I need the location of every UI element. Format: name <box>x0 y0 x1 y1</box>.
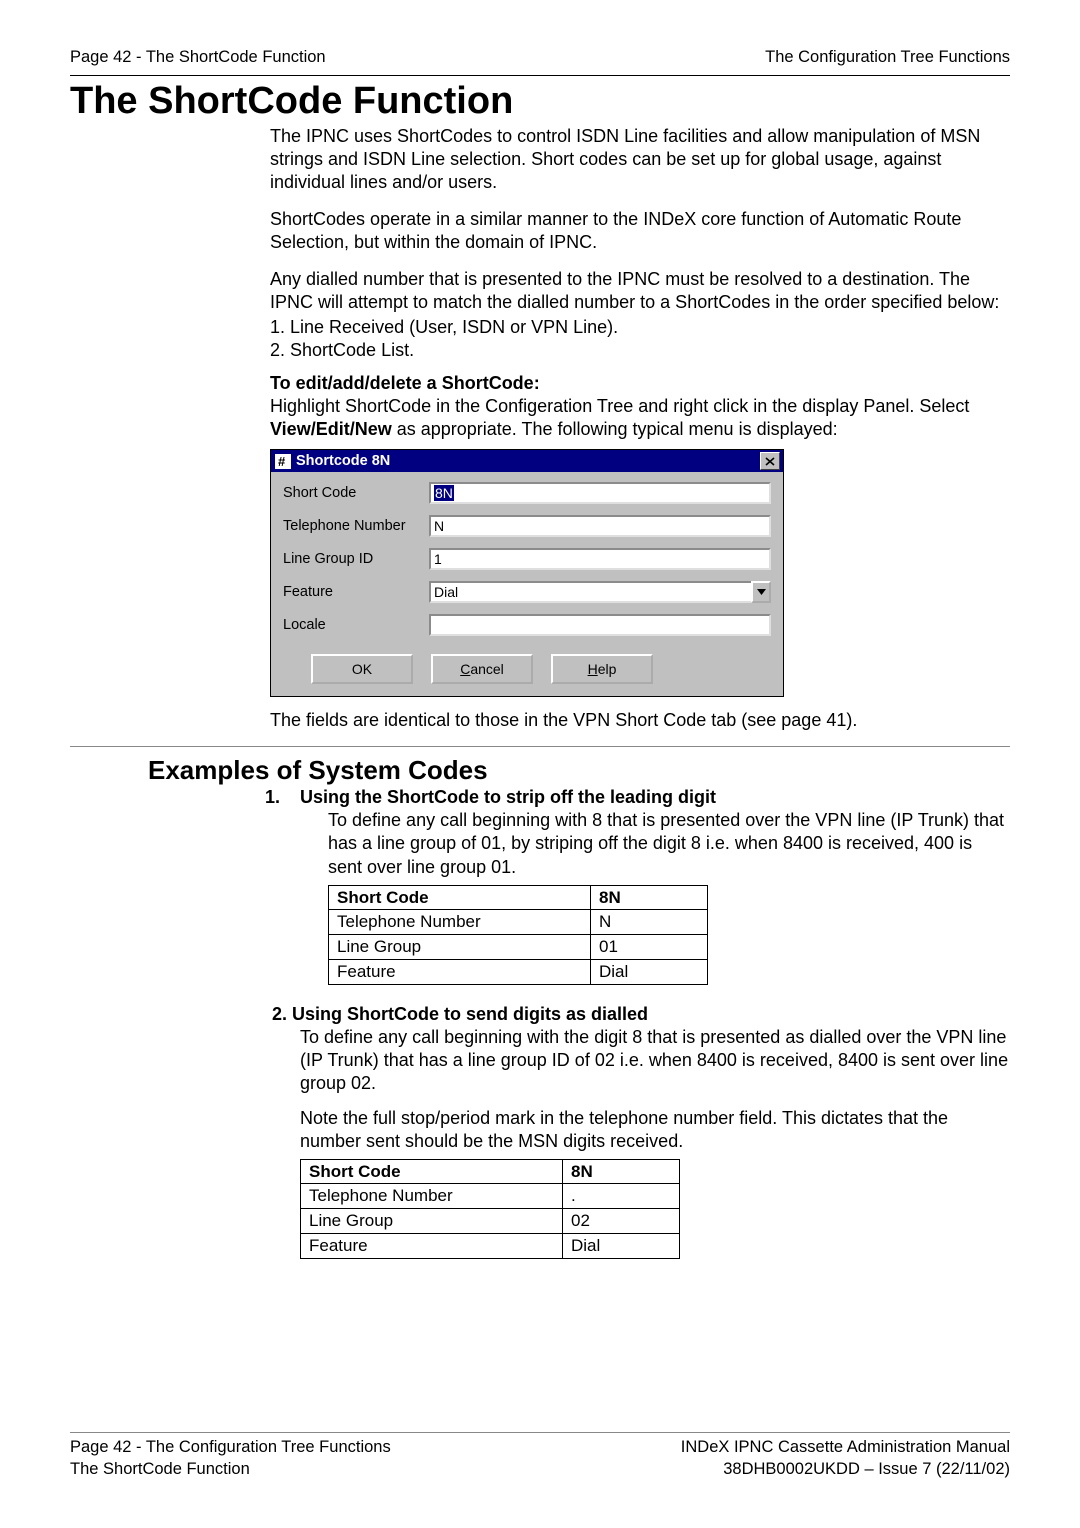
ok-button[interactable]: OK <box>311 654 413 684</box>
examples-heading: Examples of System Codes <box>148 755 1010 786</box>
list-item-1: 1. Line Received (User, ISDN or VPN Line… <box>270 316 1010 339</box>
help-button[interactable]: Help <box>551 654 653 684</box>
ex2-title: 2. Using ShortCode to send digits as dia… <box>272 1003 1010 1026</box>
footer-right-2: 38DHB0002UKDD – Issue 7 (22/11/02) <box>681 1459 1010 1480</box>
intro-para-1: The IPNC uses ShortCodes to control ISDN… <box>270 125 1010 194</box>
svg-text:#: # <box>278 455 286 467</box>
ex1-body: To define any call beginning with 8 that… <box>328 809 1010 878</box>
list-item-2: 2. ShortCode List. <box>270 339 1010 362</box>
edit-instructions: Highlight ShortCode in the Configeration… <box>270 395 1010 441</box>
footer-right-1: INDeX IPNC Cassette Administration Manua… <box>681 1437 1010 1458</box>
ex1-title: Using the ShortCode to strip off the lea… <box>300 787 716 807</box>
input-telnum[interactable]: N <box>429 515 771 537</box>
table-row: FeatureDial <box>329 959 708 984</box>
edit-heading: To edit/add/delete a ShortCode: <box>270 372 1010 395</box>
chevron-down-icon[interactable] <box>751 581 771 603</box>
after-dialog-note: The fields are identical to those in the… <box>270 709 1010 732</box>
page-header: Page 42 - The ShortCode Function The Con… <box>70 48 1010 71</box>
footer-left-2: The ShortCode Function <box>70 1459 391 1480</box>
input-locale[interactable] <box>429 614 771 636</box>
table-row: FeatureDial <box>301 1233 680 1258</box>
intro-para-2: ShortCodes operate in a similar manner t… <box>270 208 1010 254</box>
combo-feature[interactable]: Dial <box>429 581 771 603</box>
ex2-body-1: To define any call beginning with the di… <box>300 1026 1010 1095</box>
label-linegroup: Line Group ID <box>283 551 429 567</box>
page-title: The ShortCode Function <box>70 80 1010 123</box>
ex1-table: Short Code8N Telephone NumberN Line Grou… <box>328 885 708 985</box>
intro-para-3: Any dialled number that is presented to … <box>270 268 1010 314</box>
table-row: Short Code8N <box>301 1159 680 1184</box>
table-row: Telephone Number. <box>301 1184 680 1209</box>
close-button[interactable] <box>760 452 780 470</box>
hash-icon: # <box>275 454 291 469</box>
close-icon <box>765 457 775 466</box>
header-right: The Configuration Tree Functions <box>765 48 1010 67</box>
header-left: Page 42 - The ShortCode Function <box>70 48 326 67</box>
label-locale: Locale <box>283 617 429 633</box>
page-footer: Page 42 - The Configuration Tree Functio… <box>70 1432 1010 1480</box>
table-row: Line Group02 <box>301 1209 680 1234</box>
table-row: Telephone NumberN <box>329 910 708 935</box>
label-shortcode: Short Code <box>283 485 429 501</box>
shortcode-dialog: # Shortcode 8N Short Code 8N Telephone N… <box>270 449 784 697</box>
input-linegroup[interactable]: 1 <box>429 548 771 570</box>
ex1-number: 1. <box>265 786 280 809</box>
ex2-body-2: Note the full stop/period mark in the te… <box>300 1107 1010 1153</box>
ex2-table: Short Code8N Telephone Number. Line Grou… <box>300 1159 680 1259</box>
table-row: Line Group01 <box>329 935 708 960</box>
dialog-title: Shortcode 8N <box>296 453 390 469</box>
input-shortcode[interactable]: 8N <box>429 482 771 504</box>
label-telnum: Telephone Number <box>283 518 429 534</box>
table-row: Short Code8N <box>329 885 708 910</box>
label-feature: Feature <box>283 584 429 600</box>
cancel-button[interactable]: Cancel <box>431 654 533 684</box>
dialog-titlebar[interactable]: # Shortcode 8N <box>271 450 783 472</box>
footer-left-1: Page 42 - The Configuration Tree Functio… <box>70 1437 391 1458</box>
